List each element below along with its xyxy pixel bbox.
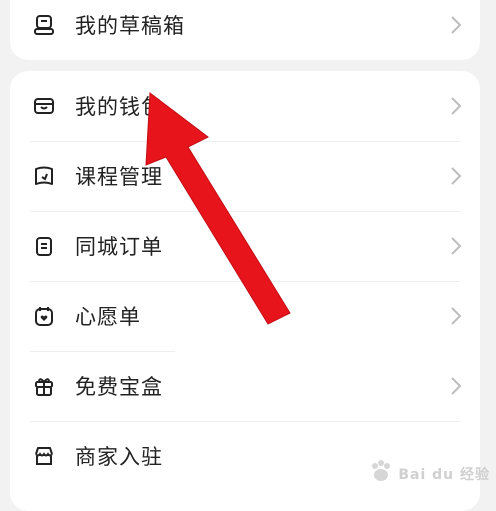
menu-item-free-box[interactable]: 免费宝盒 <box>10 351 480 421</box>
order-clipboard-icon <box>32 234 56 258</box>
menu-item-label: 我的草稿箱 <box>75 14 185 38</box>
wallet-icon <box>32 94 56 118</box>
menu-card-main: 我的钱包 课程管理 同城订单 心愿单 免费宝盒 商家入驻 <box>10 71 480 511</box>
baidu-watermark: Bai du 经验 <box>368 458 490 484</box>
menu-item-courses[interactable]: 课程管理 <box>10 141 480 211</box>
chevron-right-icon <box>451 97 462 115</box>
menu-item-label: 同城订单 <box>75 235 163 259</box>
paw-logo-icon <box>372 460 391 481</box>
menu-item-local-orders[interactable]: 同城订单 <box>10 211 480 281</box>
menu-item-label: 心愿单 <box>75 305 141 329</box>
watermark-text: Bai du 经验 <box>398 467 490 483</box>
chevron-right-icon <box>451 237 462 255</box>
menu-item-label: 商家入驻 <box>75 445 163 469</box>
menu-item-wallet[interactable]: 我的钱包 <box>10 71 480 141</box>
course-book-icon <box>32 164 56 188</box>
menu-card-top: 我的草稿箱 <box>10 0 480 60</box>
chevron-right-icon <box>451 16 462 34</box>
menu-item-label: 我的钱包 <box>75 95 163 119</box>
chevron-right-icon <box>451 167 462 185</box>
menu-item-drafts[interactable]: 我的草稿箱 <box>10 0 480 60</box>
menu-item-wishlist[interactable]: 心愿单 <box>10 281 480 351</box>
drafts-icon <box>32 13 56 37</box>
menu-item-label: 免费宝盒 <box>75 375 163 399</box>
chevron-right-icon <box>451 377 462 395</box>
store-icon <box>32 444 56 468</box>
chevron-right-icon <box>451 307 462 325</box>
menu-item-label: 课程管理 <box>75 165 163 189</box>
gift-box-icon <box>32 374 56 398</box>
calendar-heart-icon <box>32 304 56 328</box>
